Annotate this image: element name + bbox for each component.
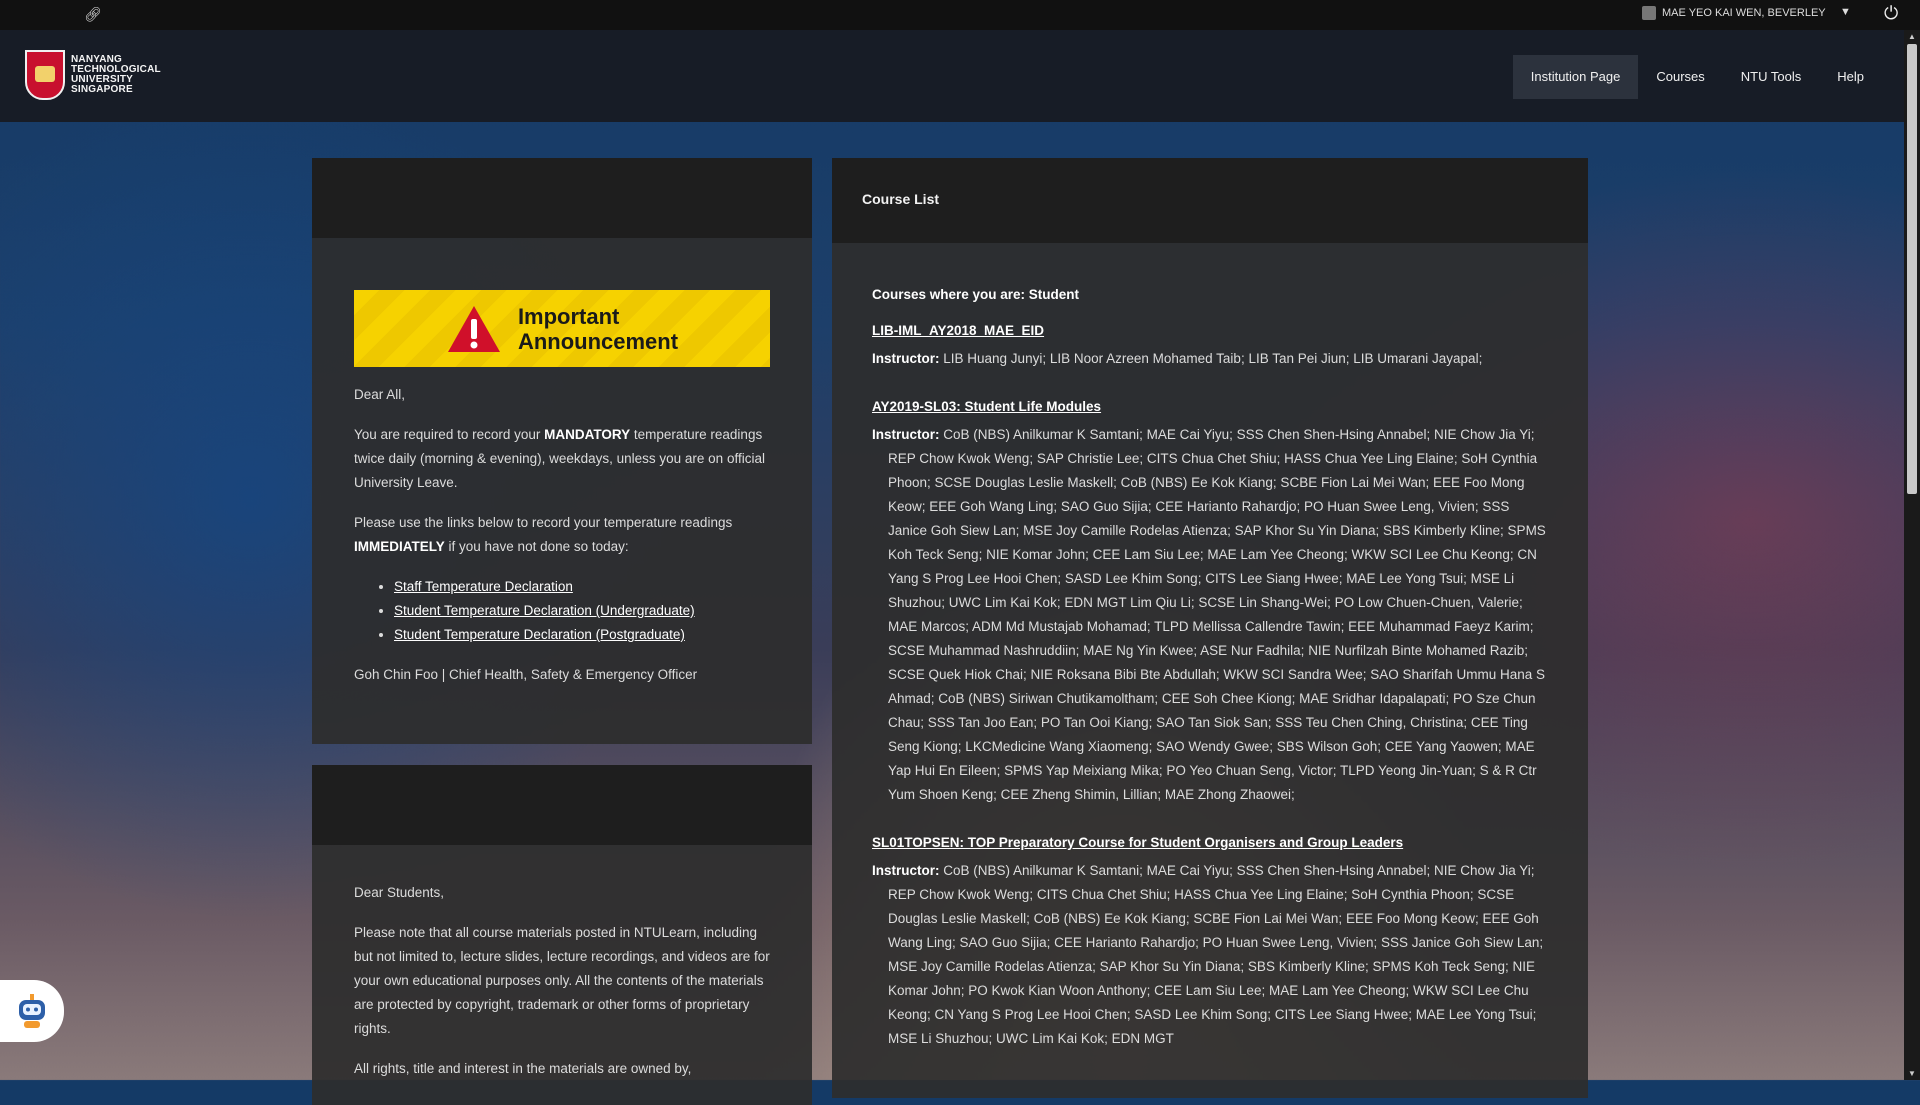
- greeting: Dear Students,: [354, 885, 445, 900]
- ntu-logo[interactable]: NANYANG TECHNOLOGICAL UNIVERSITY SINGAPO…: [25, 50, 161, 100]
- role-heading: Courses where you are: Student: [872, 287, 1080, 302]
- announcement-paragraph: Please use the links below to record you…: [354, 511, 770, 559]
- announcement-title-line: Important: [517, 303, 620, 329]
- notice-paragraph: All rights, title and interest in the ma…: [354, 1061, 692, 1076]
- announcement-panel: Important Announcement Dear All, You are…: [312, 158, 812, 744]
- course-item: LIB-IML_AY2018_MAE_EID Instructor: LIB H…: [872, 319, 1548, 371]
- nav-institution-page[interactable]: Institution Page: [1512, 55, 1639, 99]
- staff-declaration-link[interactable]: Staff Temperature Declaration: [394, 579, 573, 594]
- main-nav: Institution Page Courses NTU Tools Help: [1512, 55, 1882, 99]
- chevron-down-icon[interactable]: ▼: [1840, 6, 1851, 18]
- logo-line: SINGAPORE: [71, 84, 133, 95]
- instructor-label: Instructor:: [872, 863, 940, 878]
- list-item: Student Temperature Declaration (Postgra…: [394, 623, 770, 647]
- list-item: Staff Temperature Declaration: [394, 575, 770, 599]
- announcement-title-line: Announcement: [517, 328, 679, 354]
- instructor-names: CoB (NBS) Anilkumar K Samtani; MAE Cai Y…: [888, 427, 1546, 802]
- scroll-down-icon[interactable]: ▼: [1908, 1069, 1916, 1078]
- announcement-banner: Important Announcement: [354, 290, 770, 367]
- course-list-panel: Course List Courses where you are: Stude…: [832, 158, 1588, 1098]
- announcement-paragraph: You are required to record your MANDATOR…: [354, 423, 770, 495]
- avatar: [1642, 6, 1656, 20]
- postgrad-declaration-link[interactable]: Student Temperature Declaration (Postgra…: [394, 627, 685, 642]
- course-link[interactable]: SL01TOPSEN: TOP Preparatory Course for S…: [872, 831, 1403, 855]
- notice-paragraph: Please note that all course materials po…: [354, 925, 770, 1036]
- notice-content: Dear Students, Please note that all cour…: [354, 881, 770, 1097]
- chatbot-button[interactable]: [0, 980, 64, 1042]
- course-link[interactable]: AY2019-SL03: Student Life Modules: [872, 395, 1101, 419]
- announcement-title: Important Announcement: [518, 304, 678, 354]
- emphasis: MANDATORY: [544, 427, 631, 442]
- nav-help[interactable]: Help: [1819, 55, 1882, 99]
- warning-icon: [446, 304, 502, 354]
- signature: Goh Chin Foo | Chief Health, Safety & Em…: [354, 667, 698, 682]
- course-item: AY2019-SL03: Student Life Modules Instru…: [872, 395, 1548, 807]
- instructor-names: CoB (NBS) Anilkumar K Samtani; MAE Cai Y…: [888, 863, 1544, 1046]
- power-icon[interactable]: ⏻: [1884, 3, 1898, 24]
- crest-icon: [25, 50, 65, 100]
- instructor-list: Instructor: LIB Huang Junyi; LIB Noor Az…: [872, 347, 1548, 371]
- scroll-thumb[interactable]: [1907, 44, 1917, 494]
- instructor-list: Instructor: CoB (NBS) Anilkumar K Samtan…: [872, 423, 1548, 807]
- scroll-up-icon[interactable]: ▲: [1908, 32, 1916, 41]
- announcement-content: Important Announcement Dear All, You are…: [354, 290, 770, 703]
- instructor-label: Instructor:: [872, 351, 940, 366]
- emphasis: IMMEDIATELY: [354, 539, 445, 554]
- text: if you have not done so today:: [444, 539, 629, 554]
- instructor-names: LIB Huang Junyi; LIB Noor Azreen Mohamed…: [943, 351, 1483, 366]
- declaration-links: Staff Temperature Declaration Student Te…: [354, 575, 770, 647]
- list-item: Student Temperature Declaration (Undergr…: [394, 599, 770, 623]
- course-link[interactable]: LIB-IML_AY2018_MAE_EID: [872, 319, 1044, 343]
- link-icon[interactable]: 🔗︎: [84, 6, 102, 23]
- instructor-list: Instructor: CoB (NBS) Anilkumar K Samtan…: [872, 859, 1548, 1051]
- site-header: NANYANG TECHNOLOGICAL UNIVERSITY SINGAPO…: [0, 30, 1904, 122]
- user-menu[interactable]: MAE YEO KAI WEN, BEVERLEY: [1642, 6, 1826, 20]
- greeting: Dear All,: [354, 387, 406, 402]
- logo-text: NANYANG TECHNOLOGICAL UNIVERSITY SINGAPO…: [71, 55, 161, 95]
- panel-header: [312, 158, 812, 238]
- course-item: SL01TOPSEN: TOP Preparatory Course for S…: [872, 831, 1548, 1051]
- robot-icon: [19, 994, 45, 1028]
- top-bar: 🔗︎ MAE YEO KAI WEN, BEVERLEY ▼ ⏻: [0, 0, 1920, 30]
- instructor-label: Instructor:: [872, 427, 940, 442]
- course-list-title: Course List: [862, 191, 940, 207]
- undergrad-declaration-link[interactable]: Student Temperature Declaration (Undergr…: [394, 603, 695, 618]
- text: You are required to record your: [354, 427, 545, 442]
- panel-header: [312, 765, 812, 845]
- text: Please use the links below to record you…: [354, 515, 733, 530]
- user-name[interactable]: MAE YEO KAI WEN, BEVERLEY: [1662, 7, 1826, 19]
- panel-header: Course List: [832, 158, 1588, 243]
- nav-courses[interactable]: Courses: [1638, 55, 1722, 99]
- copyright-notice-panel: Dear Students, Please note that all cour…: [312, 765, 812, 1105]
- page-scrollbar[interactable]: ▲ ▼: [1904, 30, 1920, 1080]
- nav-ntu-tools[interactable]: NTU Tools: [1723, 55, 1819, 99]
- course-list-content: Courses where you are: Student LIB-IML_A…: [872, 283, 1548, 1075]
